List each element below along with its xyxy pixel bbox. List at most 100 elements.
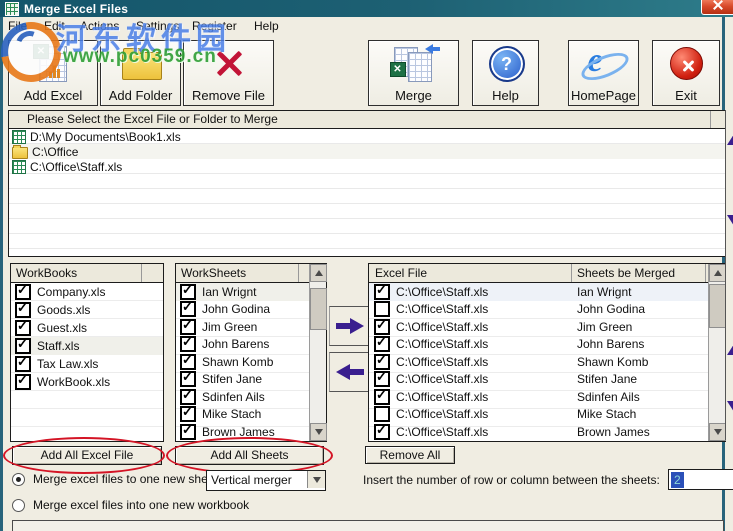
checkbox[interactable] [374,387,390,405]
checkbox[interactable] [374,282,390,300]
worksheets-header[interactable]: WorkSheets [176,264,326,283]
worksheet-row[interactable]: John Barens [176,334,310,354]
workbook-row[interactable]: WorkBook.xls [11,372,163,391]
scrollbar-thumb[interactable] [310,288,327,330]
checkbox[interactable] [180,352,196,370]
list-item[interactable]: C:\Office [9,144,725,159]
workbook-row[interactable]: Staff.xls [11,336,163,355]
checkbox[interactable] [180,282,196,300]
homepage-button[interactable]: e HomePage [568,40,639,106]
worksheet-row[interactable]: Mike Stach [176,404,310,424]
scroll-up-icon[interactable] [310,264,327,282]
exit-button[interactable]: Exit [652,40,720,106]
checkbox[interactable] [374,334,390,353]
checkbox[interactable] [15,282,31,300]
list-item[interactable]: C:\Office\Staff.xls [9,159,725,174]
table-row[interactable]: C:\Office\Staff.xlsBrown James [369,422,709,441]
worksheets-scrollbar[interactable] [309,264,327,441]
workbook-row[interactable]: Goods.xls [11,300,163,319]
cutoff-arrow-icon [727,215,733,229]
menu-file[interactable]: File [8,17,27,35]
window-titlebar: Merge Excel Files [0,0,733,17]
menu-help[interactable]: Help [254,17,279,35]
table-row[interactable]: C:\Office\Staff.xlsJim Green [369,317,709,336]
checkbox[interactable] [180,387,196,405]
scroll-up-icon[interactable] [709,264,726,282]
checkbox[interactable] [180,422,196,440]
checkbox[interactable] [180,299,196,318]
merge-direction-dropdown[interactable]: Vertical merger [206,470,326,491]
file-list-body: D:\My Documents\Book1.xls C:\Office C:\O… [9,129,725,256]
add-all-excel-button[interactable]: Add All Excel File [12,446,162,465]
move-left-button[interactable] [329,352,371,392]
workbook-row[interactable]: Company.xls [11,282,163,301]
scroll-down-icon[interactable] [310,423,327,441]
checkbox[interactable] [374,406,390,423]
remove-file-button[interactable]: Remove File [183,40,274,106]
table-row[interactable]: C:\Office\Staff.xlsShawn Komb [369,352,709,371]
checkbox[interactable] [15,318,31,336]
column-sheets-merged[interactable]: Sheets be Merged [577,264,675,282]
checkbox[interactable] [180,317,196,335]
checkbox[interactable] [374,317,390,335]
radio-unselected-icon[interactable] [12,498,25,512]
workbook-row[interactable]: Tax Law.xls [11,354,163,373]
menu-edit[interactable]: Edit [44,17,65,35]
remove-all-button[interactable]: Remove All [365,446,455,464]
help-button[interactable]: ? Help [472,40,539,106]
radio-selected-icon[interactable] [12,472,25,486]
checkbox[interactable] [15,354,31,372]
checkbox[interactable] [374,352,390,370]
list-item[interactable]: D:\My Documents\Book1.xls [9,129,725,144]
merge-to-one-sheet-option[interactable]: Merge excel files to one new sheet [12,472,218,486]
table-row[interactable]: C:\Office\Staff.xls Mike Stach [369,406,709,424]
table-row[interactable]: C:\Office\Staff.xlsSdinfen Ails [369,387,709,406]
table-row[interactable]: C:\Office\Staff.xlsStifen Jane [369,369,709,389]
checkbox[interactable] [15,336,31,354]
worksheet-row[interactable]: Sdinfen Ails [176,387,310,406]
checkbox[interactable] [180,369,196,388]
scrollbar-thumb[interactable] [709,284,726,328]
scroll-down-icon[interactable] [709,423,726,441]
worksheet-row[interactable]: Jim Green [176,317,310,336]
worksheet-row[interactable]: Shawn Komb [176,352,310,371]
menu-actions[interactable]: Actions [80,17,119,35]
column-excel-file[interactable]: Excel File [375,264,427,282]
worksheet-row[interactable]: Ian Wrignt [176,282,310,301]
chevron-down-icon[interactable] [307,471,325,488]
worksheet-row[interactable]: Stifen Jane [176,369,310,389]
checkbox[interactable] [15,372,31,390]
merge-to-one-workbook-option[interactable]: Merge excel files into one new workbook [12,498,249,512]
cutoff-arrow-icon [727,341,733,355]
checkbox[interactable] [15,300,31,318]
worksheets-list: Ian Wrignt John Godina Jim Green John Ba… [176,282,310,441]
worksheet-row[interactable]: Brown James [176,422,310,441]
worksheets-panel: WorkSheets Ian Wrignt John Godina Jim Gr… [175,263,327,442]
add-excel-button[interactable]: ✕ Add Excel [8,40,98,106]
checkbox[interactable] [374,422,390,440]
insert-number-input[interactable]: 2 [668,469,733,490]
merge-button[interactable]: ✕ Merge [368,40,459,106]
add-folder-button[interactable]: Add Folder [100,40,181,106]
menu-register[interactable]: Register [192,17,237,35]
arrow-left-icon [336,364,364,380]
close-button[interactable] [701,0,733,15]
table-row[interactable]: C:\Office\Staff.xlsJohn Barens [369,334,709,354]
merge-table-header[interactable]: Excel File Sheets be Merged [369,264,725,283]
move-right-button[interactable] [329,306,371,346]
table-row[interactable]: C:\Office\Staff.xls John Godina [369,301,709,319]
file-list-header[interactable]: Please Select the Excel File or Folder t… [9,111,725,129]
table-row[interactable]: C:\Office\Staff.xlsIan Wrignt [369,282,709,301]
merge-table: Excel File Sheets be Merged C:\Office\St… [368,263,726,442]
checkbox[interactable] [374,301,390,318]
workbook-row[interactable]: Guest.xls [11,318,163,337]
workbooks-header[interactable]: WorkBooks [11,264,163,283]
add-all-sheets-button[interactable]: Add All Sheets [175,446,324,465]
menu-settings[interactable]: Settings [136,17,179,35]
right-edge-divider [725,110,726,440]
checkbox[interactable] [180,404,196,423]
checkbox[interactable] [374,369,390,388]
checkbox[interactable] [180,334,196,353]
worksheet-row[interactable]: John Godina [176,299,310,319]
merge-table-scrollbar[interactable] [708,264,726,441]
